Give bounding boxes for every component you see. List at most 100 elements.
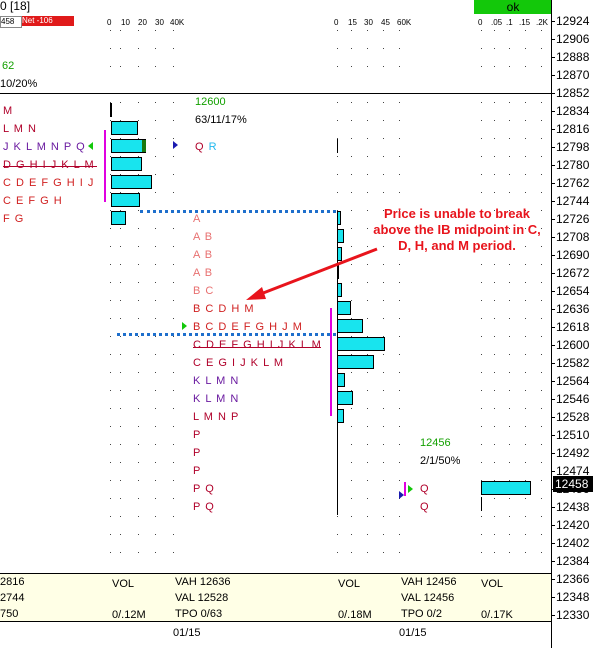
grid-dot <box>173 516 174 517</box>
profile0-volume-bar <box>111 193 140 207</box>
grid-dot <box>138 264 139 265</box>
footer-vol1-value: 0/.12M <box>112 609 146 621</box>
grid-dot <box>509 336 510 337</box>
footer-val2: VAL 12456 <box>401 592 455 604</box>
grid-dot <box>525 282 526 283</box>
grid-dot <box>173 552 174 553</box>
grid-dot <box>337 66 338 67</box>
grid-dot <box>155 552 156 553</box>
vol-scale-3-1: .05 <box>491 18 503 27</box>
profile1-strike <box>193 347 321 348</box>
grid-dot <box>351 138 352 139</box>
price-axis-label: 12366 <box>556 572 590 586</box>
grid-dot <box>120 102 121 103</box>
profile1-volume-bar <box>337 211 341 225</box>
grid-dot <box>525 66 526 67</box>
grid-dot <box>120 282 121 283</box>
grid-dot <box>351 372 352 373</box>
profile2-axis <box>481 497 482 511</box>
grid-dot <box>509 516 510 517</box>
price-axis-label: 12798 <box>556 140 590 154</box>
grid-dot <box>494 318 495 319</box>
grid-dot <box>155 390 156 391</box>
grid-dot <box>525 120 526 121</box>
price-axis-label: 12726 <box>556 212 590 226</box>
grid-dot <box>120 480 121 481</box>
price-axis-tick <box>551 183 555 184</box>
grid-dot <box>120 300 121 301</box>
grid-dot <box>525 138 526 139</box>
grid-dot <box>509 354 510 355</box>
grid-dot <box>351 462 352 463</box>
profile0-volume-bar <box>111 139 146 153</box>
price-axis-tick <box>551 147 555 148</box>
price-axis-tick <box>551 309 555 310</box>
profile2-stats: 2/1/50% <box>420 455 461 467</box>
grid-dot <box>351 534 352 535</box>
grid-dot <box>525 390 526 391</box>
grid-dot <box>399 444 400 445</box>
profile1-axis-tick <box>337 139 338 153</box>
vol-scale-2-4: 60K <box>397 18 412 27</box>
price-axis-label: 12528 <box>556 410 590 424</box>
grid-dot <box>138 282 139 283</box>
grid-dot <box>367 66 368 67</box>
price-axis-label: 12654 <box>556 284 590 298</box>
footer-vol2-value: 0/.18M <box>338 609 372 621</box>
grid-dot <box>541 426 542 427</box>
grid-dot <box>481 354 482 355</box>
grid-dot <box>138 102 139 103</box>
price-axis-label: 12492 <box>556 446 590 460</box>
grid-dot <box>494 102 495 103</box>
profile1-row: C D E F G H I J K L M <box>193 339 322 351</box>
grid-dot <box>110 228 111 229</box>
grid-dot <box>481 408 482 409</box>
profile0-axis <box>110 103 112 117</box>
ib-midpoint-line-lower <box>117 333 336 336</box>
profile0-value-area-line <box>104 130 106 202</box>
profile1-volume-bar <box>337 319 363 333</box>
grid-dot <box>351 192 352 193</box>
grid-dot <box>509 66 510 67</box>
grid-dot <box>110 372 111 373</box>
grid-dot <box>120 444 121 445</box>
grid-dot <box>541 48 542 49</box>
profile1-row: K L M N <box>193 393 240 405</box>
grid-dot <box>525 408 526 409</box>
grid-dot <box>541 462 542 463</box>
price-axis-tick <box>551 291 555 292</box>
top-pane-divider[interactable] <box>0 93 551 94</box>
price-axis-tick <box>551 57 555 58</box>
grid-dot <box>494 192 495 193</box>
grid-dot <box>173 138 174 139</box>
grid-dot <box>173 534 174 535</box>
price-axis-label: 12582 <box>556 356 590 370</box>
vol-scale-3-2: .1 <box>506 18 513 27</box>
price-axis-tick <box>551 417 555 418</box>
grid-dot <box>494 48 495 49</box>
vol-scale-1-0: 0 <box>107 18 112 27</box>
grid-dot <box>155 264 156 265</box>
grid-dot <box>383 318 384 319</box>
profile2-volume-bar <box>481 481 531 495</box>
footer-date-1: 01/15 <box>173 627 201 639</box>
grid-dot <box>481 174 482 175</box>
price-axis-tick <box>551 129 555 130</box>
grid-dot <box>383 156 384 157</box>
grid-dot <box>367 372 368 373</box>
grid-dot <box>494 408 495 409</box>
profile1-row: P <box>193 447 202 459</box>
profile1-row: A B <box>193 267 214 279</box>
grid-dot <box>110 246 111 247</box>
ok-status-button[interactable]: ok <box>474 0 552 14</box>
grid-dot <box>110 390 111 391</box>
vol-scale-1-4: 40K <box>170 18 185 27</box>
grid-dot <box>337 48 338 49</box>
grid-dot <box>399 300 400 301</box>
profile1-row: A B <box>193 249 214 261</box>
profile1-row: P Q <box>193 501 215 513</box>
grid-dot <box>399 516 400 517</box>
grid-dot <box>110 480 111 481</box>
grid-dot <box>367 426 368 427</box>
grid-dot <box>525 372 526 373</box>
